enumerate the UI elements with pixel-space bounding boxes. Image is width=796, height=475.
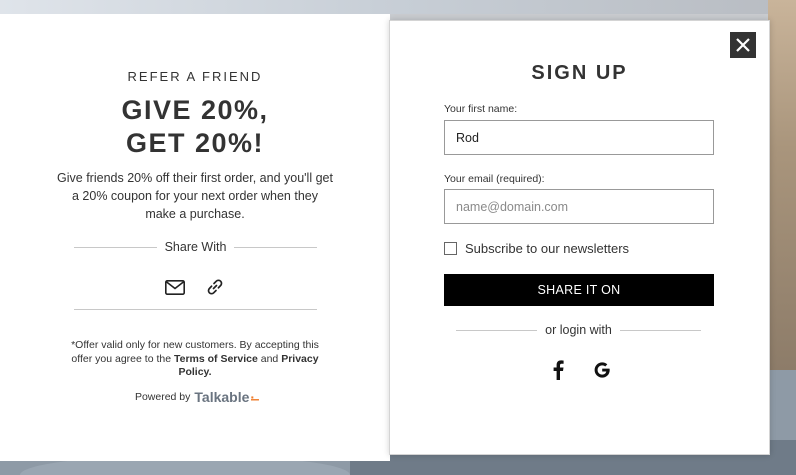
link-icon[interactable] xyxy=(204,276,226,298)
first-name-input[interactable] xyxy=(444,120,714,155)
divider-line xyxy=(619,329,702,331)
powered-by-label: Powered by xyxy=(134,391,191,403)
login-divider: or login with xyxy=(456,321,702,339)
subscribe-checkbox[interactable] xyxy=(444,242,457,255)
talkable-logo-mark: ·̶ xyxy=(250,389,256,405)
signup-panel: SIGN UP Your first name: Your email (req… xyxy=(389,20,770,455)
close-button[interactable] xyxy=(730,32,756,58)
first-name-label: Your first name: xyxy=(444,103,518,115)
share-icons xyxy=(0,276,390,298)
offer-description: Give friends 20% off their first order, … xyxy=(57,171,333,221)
headline-line-1: GIVE 20%, xyxy=(121,95,269,125)
terms-of-service-link[interactable]: Terms of Service xyxy=(174,353,258,365)
headline-line-2: GET 20%! xyxy=(125,128,265,158)
social-login xyxy=(390,359,769,381)
offer-and: and xyxy=(257,352,282,365)
subscribe-row[interactable]: Subscribe to our newsletters xyxy=(444,241,629,256)
divider-line xyxy=(74,246,157,248)
talkable-logo[interactable]: Talkable xyxy=(194,389,249,405)
powered-by: Powered by Talkable ·̶ xyxy=(0,389,390,405)
close-icon xyxy=(736,38,750,52)
backdrop-right xyxy=(768,0,796,370)
subscribe-label[interactable]: Subscribe to our newsletters xyxy=(465,241,629,256)
signup-title: SIGN UP xyxy=(531,62,628,84)
or-login-with-label: or login with xyxy=(545,323,612,337)
offer-headline: GIVE 20%, GET 20%! xyxy=(0,94,390,160)
divider-line xyxy=(456,329,538,331)
share-it-on-button[interactable]: SHARE IT ON xyxy=(444,274,714,306)
mail-icon[interactable] xyxy=(164,276,186,298)
referral-panel: REFER A FRIEND GIVE 20%, GET 20%! Give f… xyxy=(0,14,390,461)
share-with-label: Share With xyxy=(164,240,227,254)
refer-a-friend-label: REFER A FRIEND xyxy=(127,69,263,84)
share-divider xyxy=(74,309,317,310)
google-icon[interactable] xyxy=(592,359,612,381)
email-input[interactable] xyxy=(444,189,714,224)
share-with-divider: Share With xyxy=(74,238,317,256)
backdrop-top xyxy=(0,0,796,14)
email-label: Your email (required): xyxy=(444,173,545,185)
divider-line xyxy=(234,246,317,248)
offer-disclaimer: *Offer valid only for new customers. By … xyxy=(62,339,328,380)
facebook-icon[interactable] xyxy=(548,359,568,381)
